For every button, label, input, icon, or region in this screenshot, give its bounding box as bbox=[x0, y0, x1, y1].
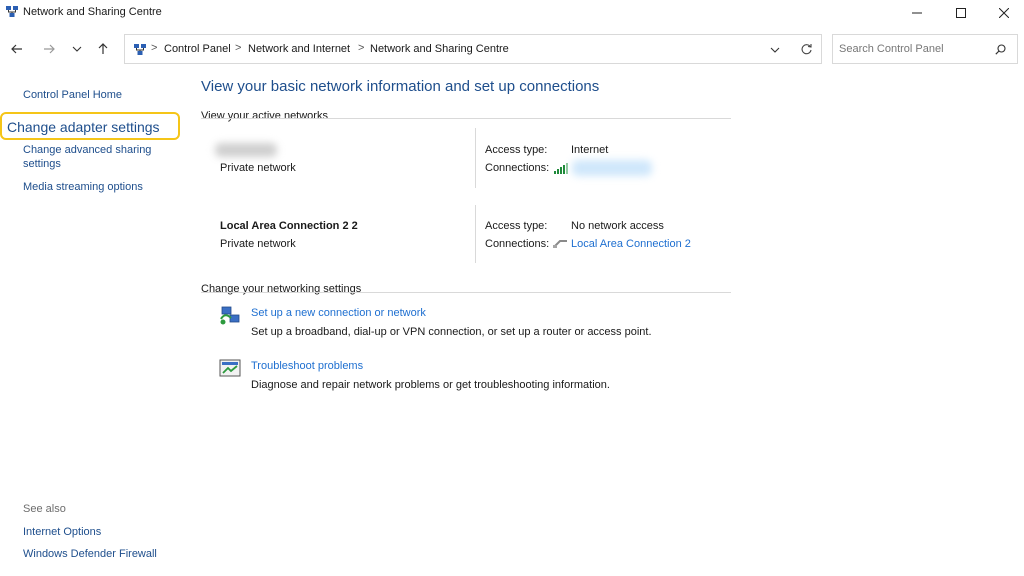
redacted-network-name bbox=[215, 143, 277, 157]
back-button[interactable] bbox=[8, 40, 26, 58]
troubleshoot-link[interactable]: Troubleshoot problems bbox=[251, 360, 363, 372]
breadcrumb-network-sharing-centre[interactable]: Network and Sharing Centre bbox=[370, 43, 509, 55]
setup-connection-link[interactable]: Set up a new connection or network bbox=[251, 307, 426, 319]
change-adapter-settings-link[interactable]: Change adapter settings bbox=[0, 112, 180, 140]
chevron-down-icon[interactable] bbox=[770, 45, 780, 55]
close-button[interactable] bbox=[981, 0, 1024, 26]
breadcrumb-separator: > bbox=[151, 42, 158, 54]
sidebar-windows-firewall[interactable]: Windows Defender Firewall bbox=[23, 547, 157, 561]
search-box[interactable] bbox=[832, 34, 1018, 64]
search-input[interactable] bbox=[839, 41, 989, 57]
page-title: View your basic network information and … bbox=[201, 78, 600, 95]
see-also-heading: See also bbox=[23, 503, 66, 515]
divider bbox=[201, 292, 731, 293]
network-2-type: Private network bbox=[220, 238, 296, 250]
network-2-access-value: No network access bbox=[571, 220, 664, 232]
sidebar: Control Panel Home Change advanced shari… bbox=[0, 66, 190, 576]
connections-label: Connections: bbox=[485, 162, 550, 174]
address-row: > Control Panel > Network and Internet >… bbox=[0, 32, 1024, 66]
network-1-type: Private network bbox=[220, 162, 296, 174]
ethernet-cable-icon bbox=[553, 240, 567, 248]
breadcrumb-separator: > bbox=[235, 42, 242, 54]
forward-button[interactable] bbox=[40, 40, 58, 58]
sidebar-internet-options[interactable]: Internet Options bbox=[23, 525, 101, 539]
troubleshoot-description: Diagnose and repair network problems or … bbox=[251, 379, 610, 391]
sidebar-advanced-sharing-line1[interactable]: Change advanced sharing bbox=[23, 143, 151, 157]
network-centre-icon bbox=[6, 6, 18, 17]
network-1-access-value: Internet bbox=[571, 144, 609, 156]
active-networks-heading: View your active networks bbox=[201, 110, 328, 122]
breadcrumb-separator: > bbox=[358, 42, 365, 54]
networking-settings-heading: Change your networking settings bbox=[201, 283, 362, 295]
network-setup-icon bbox=[220, 306, 240, 325]
up-button[interactable] bbox=[94, 40, 112, 58]
access-type-label: Access type: bbox=[485, 144, 548, 156]
redacted-connection-name[interactable] bbox=[572, 160, 652, 176]
up-arrow-icon bbox=[98, 43, 108, 54]
minimize-icon bbox=[912, 12, 922, 14]
title-bar: Network and Sharing Centre bbox=[0, 0, 1024, 26]
setup-connection-description: Set up a broadband, dial-up or VPN conne… bbox=[251, 326, 652, 338]
maximize-icon bbox=[956, 8, 966, 18]
recent-locations-button[interactable] bbox=[68, 40, 86, 58]
network-2-name: Local Area Connection 2 2 bbox=[220, 220, 358, 232]
sidebar-media-streaming[interactable]: Media streaming options bbox=[23, 180, 143, 194]
window-title: Network and Sharing Centre bbox=[23, 6, 162, 18]
forward-arrow-icon bbox=[44, 44, 55, 54]
sidebar-control-panel-home[interactable]: Control Panel Home bbox=[23, 88, 122, 102]
address-bar[interactable]: > Control Panel > Network and Internet >… bbox=[124, 34, 822, 64]
control-panel-icon bbox=[134, 44, 146, 55]
chevron-down-icon bbox=[72, 46, 82, 52]
breadcrumb-network-internet[interactable]: Network and Internet bbox=[248, 43, 350, 55]
maximize-button[interactable] bbox=[938, 0, 984, 26]
divider bbox=[201, 118, 731, 119]
search-icon[interactable] bbox=[995, 44, 1006, 55]
access-type-label: Access type: bbox=[485, 220, 548, 232]
minimize-button[interactable] bbox=[894, 0, 940, 26]
divider bbox=[475, 128, 476, 188]
sidebar-advanced-sharing-line2[interactable]: settings bbox=[23, 157, 61, 171]
breadcrumb-control-panel[interactable]: Control Panel bbox=[164, 43, 231, 55]
back-arrow-icon bbox=[11, 44, 22, 54]
connections-label: Connections: bbox=[485, 238, 550, 250]
divider bbox=[475, 205, 476, 263]
troubleshoot-icon bbox=[219, 359, 241, 377]
close-icon bbox=[999, 8, 1009, 18]
change-adapter-settings-label: Change adapter settings bbox=[7, 119, 160, 135]
refresh-icon[interactable] bbox=[800, 43, 813, 56]
local-area-connection-link[interactable]: Local Area Connection 2 bbox=[571, 238, 691, 250]
wifi-signal-icon bbox=[554, 163, 568, 174]
